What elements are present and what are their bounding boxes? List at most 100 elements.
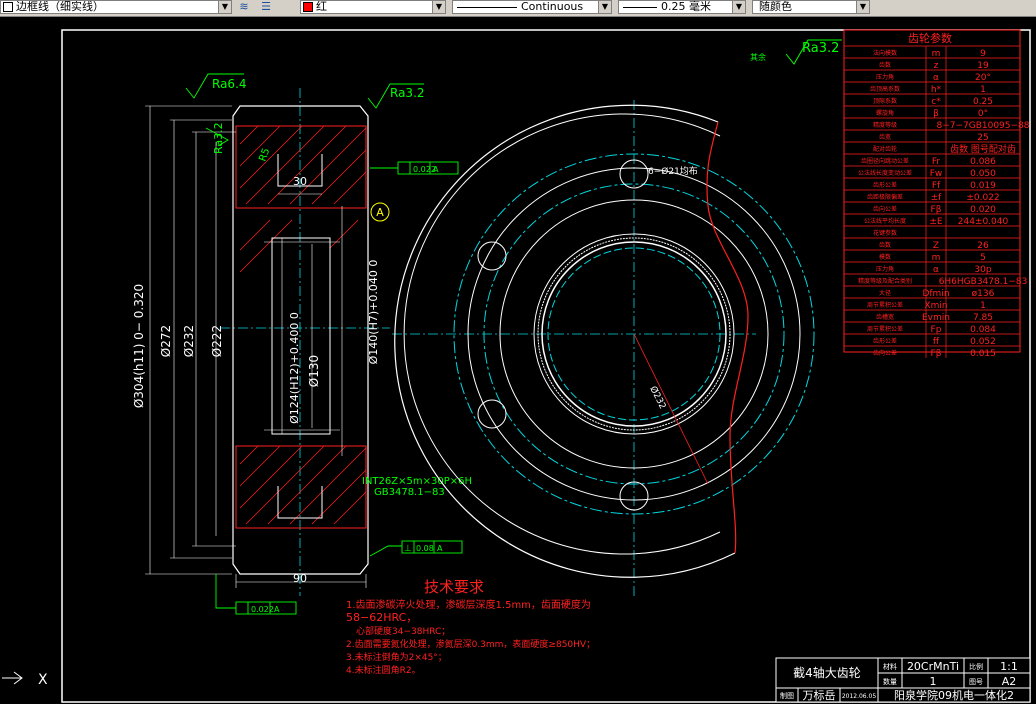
drawing-canvas[interactable]: Ø304(h11) 0− 0.320 Ø272 Ø232 Ø222 Ø124(H…: [0, 16, 1036, 704]
row-value: 0.050: [970, 169, 996, 179]
color-value: 红: [316, 0, 327, 13]
row-name: 齿向公差: [873, 205, 897, 213]
ucs-icon: [2, 671, 23, 685]
plotstyle-dropdown[interactable]: 随颜色 ▼: [752, 0, 870, 14]
linetype-preview-icon: [457, 6, 517, 8]
school-name: 阳泉学院09机电一体化2: [894, 688, 1014, 702]
ucs-x-label: X: [38, 672, 48, 688]
row-value: 7.85: [973, 313, 993, 323]
row-value: ø136: [972, 289, 995, 299]
row-name: 顶隙系数: [873, 97, 897, 105]
layer-dropdown[interactable]: 边框线（细实线） ▼: [0, 0, 232, 14]
row-symbol: c*: [931, 97, 941, 107]
layer-manager-icon[interactable]: ≋: [236, 0, 252, 14]
color-dropdown[interactable]: 红 ▼: [300, 0, 446, 14]
row-symbol: m: [932, 253, 941, 263]
dim-272: Ø272: [159, 325, 173, 357]
row-value: 20°: [975, 73, 991, 83]
perp-tol-value: 0.08: [416, 544, 434, 553]
chevron-down-icon[interactable]: ▼: [856, 1, 869, 13]
chevron-down-icon[interactable]: ▼: [218, 1, 231, 13]
row-name: 压力角: [876, 265, 894, 273]
row-value: 30p: [974, 265, 991, 275]
row-value: 9: [980, 49, 986, 59]
row-symbol: α: [933, 73, 939, 83]
perp-symbol-icon: ⊥: [404, 544, 412, 554]
row-value: 0.086: [970, 157, 996, 167]
row-name: 公法线长度变动公差: [858, 169, 912, 177]
row-value: 0°: [978, 109, 988, 119]
ra-right-top: Ra3.2: [390, 86, 425, 100]
color-swatch-icon: [303, 2, 313, 12]
row-name: 模数: [879, 253, 891, 261]
drawing-date: 2012.06.05: [842, 693, 877, 700]
upper-rim-section: [235, 125, 367, 209]
row-name: 法向模数: [873, 49, 897, 57]
row-value: 0.019: [970, 181, 996, 191]
runout-bottom-value: 0.022: [251, 605, 274, 614]
gear-param-table: 齿轮参数 法向模数 m 9 齿数 z 19 压力角 α 20° 齿顶高系数 h* 1 顶隙系数 c* 0.2…: [843, 29, 1030, 359]
dim-222: Ø222: [210, 325, 224, 357]
linetype-dropdown[interactable]: Continuous ▼: [452, 0, 612, 14]
layer-name: 边框线（细实线）: [16, 0, 104, 13]
chevron-down-icon[interactable]: ▼: [598, 1, 611, 13]
sheet-label: 图号: [969, 678, 983, 686]
chevron-down-icon[interactable]: ▼: [432, 1, 445, 13]
row-name: 齿距极限偏差: [867, 193, 903, 201]
layer-states-icon[interactable]: ☰: [258, 0, 274, 14]
row-value: 0.052: [970, 337, 996, 347]
row-symbol: m: [932, 49, 941, 59]
drawing-name: 截4轴大齿轮: [793, 665, 861, 680]
hole-note: 6−Ø21均布: [648, 165, 698, 177]
title-block: 截4轴大齿轮 材料 20CrMnTi 比例 1:1 数量 1 图号 A2 制图 …: [775, 657, 1031, 703]
r5-note: R5: [257, 147, 272, 163]
tech-line-1: 1.齿面渗碳淬火处理，渗碳层深度1.5mm，齿面硬度为: [346, 598, 591, 611]
tech-line-3: 心部硬度34−38HRC；: [356, 625, 450, 637]
row-name: 压力角: [876, 73, 894, 81]
row-symbol: β: [933, 109, 939, 119]
row-symbol: Fβ: [931, 205, 942, 215]
row-symbol: ff: [933, 337, 940, 347]
row-value: 6H6HGB3478.1−83: [939, 277, 1028, 287]
runout-top-ref: A: [433, 165, 439, 174]
row-name: 精度等级: [873, 121, 897, 129]
drawer-name: 万标岳: [803, 688, 836, 702]
lower-rim-section: [235, 445, 367, 529]
scale-label: 比例: [969, 662, 983, 671]
row-value: 19: [977, 61, 989, 71]
dimension-lines: [145, 105, 367, 588]
tech-title: 技术要求: [424, 578, 484, 596]
row-name: 周节累积公差: [867, 301, 903, 309]
dim-face-width: 90: [293, 572, 307, 585]
row-symbol: Z: [933, 241, 939, 251]
runout-bottom-ref: A: [274, 605, 280, 614]
tech-line-4: 2.齿面需要氮化处理，渗氮层深0.3mm，表面硬度≥850HV；: [346, 638, 595, 650]
tech-requirements: 技术要求 1.齿面渗碳淬火处理，渗碳层深度1.5mm，齿面硬度为 58−62HR…: [346, 578, 595, 676]
lineweight-dropdown[interactable]: 0.25 毫米 ▼: [618, 0, 746, 14]
tech-line-6: 4.未标注圆角R2。: [346, 664, 421, 676]
chevron-down-icon[interactable]: ▼: [732, 1, 745, 13]
row-symbol: Xmin: [924, 301, 947, 311]
lineweight-preview-icon: [623, 6, 657, 8]
drawer-label: 制图: [780, 691, 794, 700]
row-name: 齿形公差: [873, 181, 897, 189]
properties-toolbar: 边框线（细实线） ▼ ≋ ☰ 红 ▼ Continuous ▼ 0.25 毫米 …: [0, 0, 1036, 17]
sheet-value: A2: [1002, 675, 1017, 688]
row-name: 齿槽宽: [876, 313, 894, 321]
row-symbol: ±f: [931, 193, 943, 203]
dim-140: Ø140(H7)+0.040 0: [367, 260, 380, 365]
row-name: 齿顶高系数: [870, 85, 900, 93]
row-symbol: ±E: [929, 217, 943, 227]
row-name: 齿宽: [879, 133, 891, 141]
row-name: 齿向公差: [873, 349, 897, 357]
row-value: 26: [977, 241, 989, 251]
row-name: 螺旋角: [876, 109, 894, 117]
row-value: 0.015: [970, 349, 996, 359]
ra-left-top: Ra6.4: [212, 77, 247, 91]
row-symbol: Ff: [932, 181, 941, 191]
row-name: 齿数: [879, 61, 891, 69]
leader-line: [633, 333, 709, 485]
dim-232: Ø232: [182, 325, 196, 357]
row-value: 0.020: [970, 205, 996, 215]
row-symbol: Fr: [932, 157, 941, 167]
